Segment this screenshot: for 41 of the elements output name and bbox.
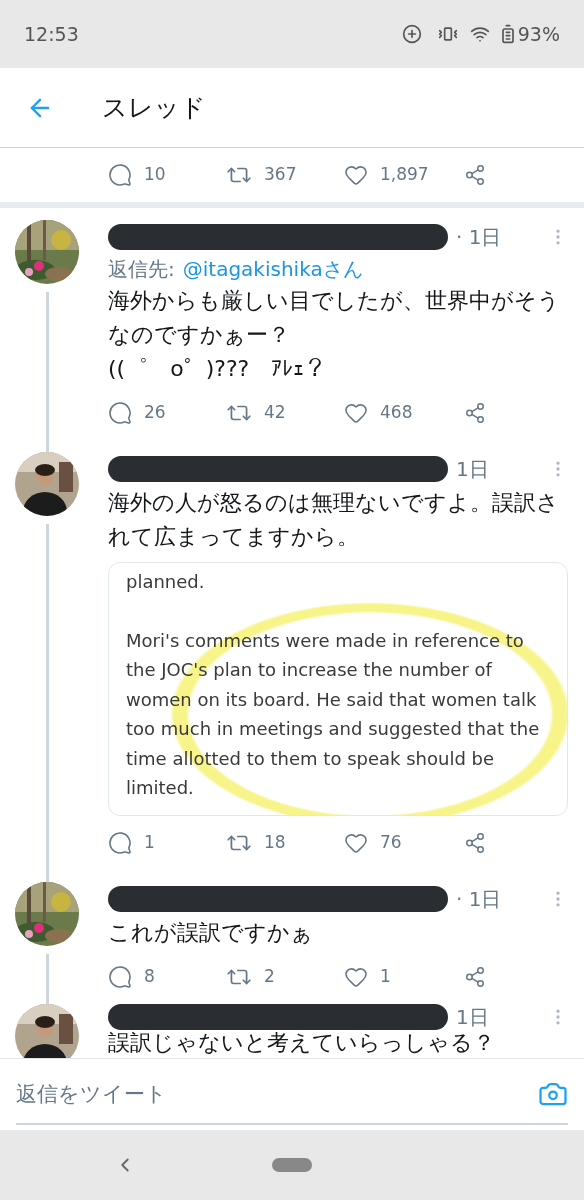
tweet-text: 海外の人が怒るのは無理ないですよ。誤訳されて広まってますから。 xyxy=(108,489,560,551)
reply-to-link[interactable]: @itagakishikaさん xyxy=(182,254,363,284)
tweet-time: 1日 xyxy=(456,456,489,483)
reply-field[interactable]: 返信をツイート xyxy=(16,1073,538,1114)
reply-icon[interactable] xyxy=(108,163,132,187)
reply-count: 10 xyxy=(144,163,166,187)
like-icon[interactable] xyxy=(344,401,368,425)
retweet-count: 367 xyxy=(264,163,297,187)
like-count: 76 xyxy=(380,830,402,854)
reply-count: 26 xyxy=(144,401,166,425)
tweet-time: 1日 xyxy=(456,1003,489,1031)
vibrate-icon xyxy=(437,24,458,44)
tweet-time: · 1日 xyxy=(456,885,502,913)
data-saver-icon xyxy=(401,24,422,44)
tweet-time: · 1日 xyxy=(456,224,502,251)
reply-count: 1 xyxy=(144,830,155,854)
home-pill[interactable] xyxy=(272,1158,312,1172)
reply-icon[interactable] xyxy=(108,401,132,425)
reply-to-label: 返信先: xyxy=(108,256,175,283)
like-count: 468 xyxy=(380,401,413,425)
reply-icon[interactable] xyxy=(108,964,132,989)
like-icon[interactable] xyxy=(344,163,368,187)
like-count: 1,897 xyxy=(380,163,429,187)
share-icon[interactable] xyxy=(464,965,486,988)
wifi-icon xyxy=(469,24,490,44)
retweet-count: 18 xyxy=(264,830,286,854)
tweet-text: 海外からも厳しい目でしたが、世界中がそうなのですかぁー？ ((゜ o゜)??? ｱﾚｪ？ xyxy=(108,287,561,383)
tweet-text: 誤訳じゃないと考えていらっしゃる？ xyxy=(108,1029,496,1056)
tweet-text: これが誤訳ですかぁ xyxy=(108,918,314,947)
retweet-count: 2 xyxy=(264,964,275,988)
article-text: planned. xyxy=(126,570,206,594)
share-icon[interactable] xyxy=(464,831,486,854)
reply-count: 8 xyxy=(144,964,155,988)
like-count: 1 xyxy=(380,964,391,988)
share-icon[interactable] xyxy=(464,402,486,424)
retweet-count: 42 xyxy=(264,401,286,425)
share-icon[interactable] xyxy=(464,164,486,186)
page-title: スレッド xyxy=(102,91,206,124)
status-time: 12:53 xyxy=(24,21,79,47)
battery-percent: 93% xyxy=(517,21,560,47)
reply-icon[interactable] xyxy=(108,830,132,855)
